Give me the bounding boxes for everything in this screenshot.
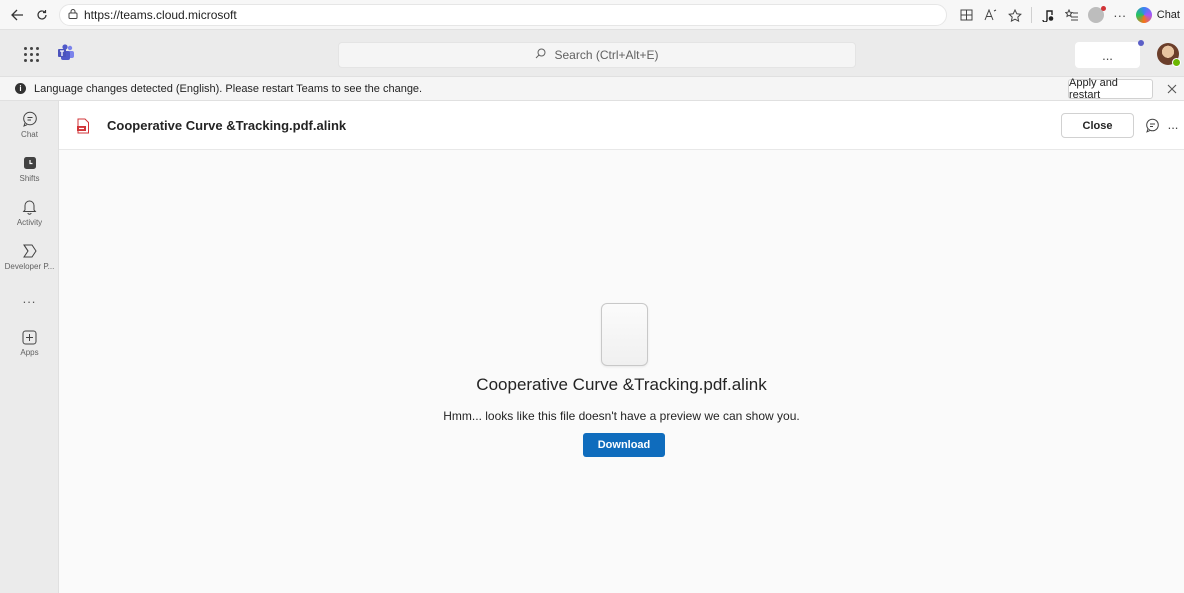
rail-item-developer-portal[interactable]: Developer P... bbox=[0, 242, 59, 271]
rail-item-activity[interactable]: Activity bbox=[0, 198, 59, 227]
rail-more-button[interactable]: ... bbox=[0, 291, 59, 306]
search-input[interactable]: Search (Ctrl+Alt+E) bbox=[338, 42, 856, 68]
rail-label-apps: Apps bbox=[20, 348, 39, 357]
settings-more-button[interactable]: ... bbox=[1075, 42, 1140, 68]
rail-item-apps[interactable]: Apps bbox=[0, 328, 59, 357]
user-avatar[interactable] bbox=[1157, 43, 1181, 67]
copilot-label: Chat bbox=[1156, 9, 1180, 21]
file-preview-area: Cooperative Curve &Tracking.pdf.alink Hm… bbox=[59, 150, 1184, 593]
copilot-icon bbox=[1135, 7, 1152, 23]
developer-portal-icon bbox=[21, 242, 39, 260]
extensions-icon[interactable] bbox=[1036, 3, 1060, 27]
browser-actions: ··· Chat bbox=[955, 0, 1184, 30]
language-change-banner: i Language changes detected (English). P… bbox=[0, 77, 1184, 101]
rail-label-developer-portal: Developer P... bbox=[4, 262, 55, 271]
no-preview-message: Hmm... looks like this file doesn't have… bbox=[443, 409, 800, 423]
file-title: Cooperative Curve &Tracking.pdf.alink bbox=[107, 118, 347, 133]
search-icon bbox=[535, 48, 546, 62]
notification-dot bbox=[1100, 6, 1106, 11]
refresh-icon bbox=[37, 10, 47, 20]
arrow-left-icon bbox=[10, 9, 23, 21]
close-button[interactable]: Close bbox=[1061, 113, 1134, 138]
banner-message: Language changes detected (English). Ple… bbox=[34, 82, 423, 95]
shifts-icon bbox=[21, 154, 39, 172]
browser-toolbar: https://teams.cloud.microsoft ··· Chat bbox=[0, 0, 1184, 30]
apply-and-restart-button[interactable]: Apply and restart bbox=[1068, 77, 1153, 101]
chat-icon bbox=[21, 110, 39, 128]
rail-label-activity: Activity bbox=[16, 218, 43, 227]
url-text: https://teams.cloud.microsoft bbox=[84, 8, 237, 22]
app-launcher-icon[interactable] bbox=[21, 44, 41, 64]
profile-avatar bbox=[1087, 6, 1106, 23]
conversation-icon[interactable] bbox=[1143, 116, 1161, 134]
rail-item-shifts[interactable]: Shifts bbox=[0, 154, 59, 183]
bell-icon bbox=[21, 198, 39, 216]
app-rail: Chat Shifts Activity Developer P... ... … bbox=[0, 101, 59, 593]
plus-square-icon bbox=[21, 328, 39, 346]
teams-header: Search (Ctrl+Alt+E) ... bbox=[0, 30, 1184, 77]
info-icon: i bbox=[15, 83, 26, 94]
favorites-list-icon[interactable] bbox=[1060, 3, 1084, 27]
favorite-star-icon[interactable] bbox=[1003, 3, 1027, 27]
lock-icon bbox=[68, 8, 78, 22]
rail-item-chat[interactable]: Chat bbox=[0, 110, 59, 139]
more-options-button[interactable]: ... bbox=[1165, 115, 1181, 133]
refresh-button[interactable] bbox=[31, 4, 53, 26]
back-button[interactable] bbox=[6, 4, 28, 26]
copilot-chat-button[interactable]: Chat bbox=[1132, 7, 1184, 23]
rail-label-shifts: Shifts bbox=[19, 174, 40, 183]
download-button[interactable]: Download bbox=[583, 433, 665, 457]
address-bar[interactable]: https://teams.cloud.microsoft bbox=[59, 4, 947, 26]
teams-logo-icon bbox=[58, 44, 74, 60]
read-aloud-icon[interactable] bbox=[979, 3, 1003, 27]
immersive-reader-icon[interactable] bbox=[955, 3, 979, 27]
pdf-file-icon bbox=[77, 118, 89, 134]
browser-profile-button[interactable] bbox=[1084, 3, 1108, 27]
notification-badge bbox=[1138, 40, 1144, 46]
search-placeholder: Search (Ctrl+Alt+E) bbox=[554, 48, 659, 62]
preview-file-name: Cooperative Curve &Tracking.pdf.alink bbox=[476, 375, 767, 394]
banner-close-icon[interactable] bbox=[1163, 80, 1181, 98]
rail-label-chat: Chat bbox=[21, 130, 38, 139]
presence-available-icon bbox=[1172, 58, 1181, 67]
file-viewer-header: Cooperative Curve &Tracking.pdf.alink Cl… bbox=[59, 101, 1184, 150]
browser-more-icon[interactable]: ··· bbox=[1108, 3, 1132, 27]
generic-document-icon bbox=[601, 303, 648, 366]
toolbar-divider bbox=[1030, 7, 1032, 23]
